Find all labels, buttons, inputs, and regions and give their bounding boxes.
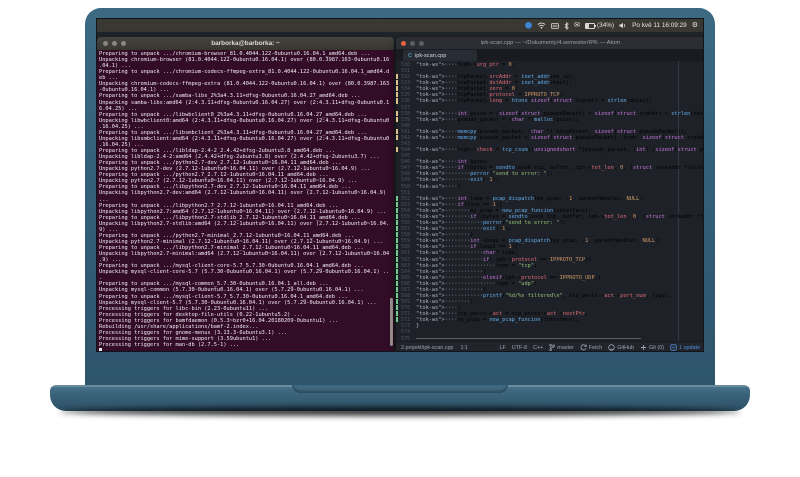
- laptop-mockup: ✉ (34%) Po kvě 11 16:09:29 ⚙ barborka@ba…: [0, 0, 800, 477]
- git-added-marker: [396, 226, 398, 232]
- tab-ipk-scan[interactable]: C ipk-scan.cpp: [403, 50, 477, 61]
- battery-indicator[interactable]: (34%): [585, 22, 614, 29]
- git-modified-marker: [396, 74, 398, 80]
- editor-titlebar[interactable]: ipk-scan.cpp — ~/Dokumenty/4.semester/IP…: [396, 37, 703, 49]
- git-modified-marker: [396, 116, 398, 122]
- git-added-marker: [396, 201, 398, 207]
- git-modified-marker: [396, 80, 398, 86]
- chat-indicator-icon[interactable]: [525, 22, 533, 29]
- git-added-marker: [396, 220, 398, 226]
- git-added-marker: [396, 244, 398, 250]
- git-added-marker: [396, 213, 398, 220]
- clock[interactable]: Po kvě 11 16:09:29: [632, 22, 687, 29]
- status-item-github[interactable]: GitHub: [608, 344, 634, 351]
- wifi-icon[interactable]: [537, 22, 546, 29]
- git-added-marker: [396, 256, 398, 262]
- editor-title: ipk-scan.cpp — ~/Dokumenty/4.semester/IP…: [480, 40, 621, 46]
- git-added-marker: [396, 305, 398, 311]
- editor-window: ipk-scan.cpp — ~/Dokumenty/4.semester/IP…: [396, 37, 703, 351]
- volume-icon[interactable]: [619, 22, 627, 29]
- terminal-cursor: [99, 348, 103, 351]
- git-added-marker: [396, 280, 398, 286]
- editor-statusbar: 2.projekt/ipk-scan.cpp 1:1 LF UTF-8 C++ mas…: [396, 341, 703, 351]
- status-item-lf[interactable]: LF: [500, 345, 506, 351]
- status-cursor-position[interactable]: 1:1: [460, 345, 468, 351]
- git-modified-marker: [396, 147, 398, 153]
- git-added-marker: [396, 274, 398, 280]
- code-editor[interactable]: 530 "tok-ws">···· tcph-> urg_ptr = 0; 531 532…: [396, 61, 703, 341]
- git-added-marker: [396, 195, 398, 201]
- terminal-titlebar[interactable]: barborka@barborka: ~: [97, 37, 394, 50]
- terminal-scrollbar[interactable]: [390, 298, 393, 346]
- status-item-c-[interactable]: C++: [533, 345, 543, 351]
- bluetooth-icon[interactable]: [564, 21, 569, 30]
- git-added-marker: [396, 232, 398, 238]
- git-modified-marker: [396, 134, 398, 141]
- horizontal-scrollbar[interactable]: [416, 338, 641, 339]
- laptop-base-notch: [292, 385, 508, 393]
- keyboard-layout-icon[interactable]: [551, 22, 560, 29]
- desktop: ✉ (34%) Po kvě 11 16:09:29 ⚙ barborka@ba…: [96, 18, 704, 352]
- git-modified-marker: [396, 110, 398, 116]
- terminal-text: Preparing to unpack .../chromium-browser…: [99, 51, 392, 351]
- git-added-marker: [396, 299, 398, 305]
- status-item-git-0-[interactable]: Git (0): [640, 344, 664, 351]
- editor-tabbar: C ipk-scan.cpp: [396, 49, 703, 61]
- session-gear-icon[interactable]: ⚙: [692, 22, 698, 29]
- status-item-utf-8[interactable]: UTF-8: [512, 345, 527, 351]
- battery-icon: [585, 22, 597, 29]
- system-menubar: ✉ (34%) Po kvě 11 16:09:29 ⚙: [97, 19, 703, 32]
- git-added-marker: [396, 238, 398, 244]
- status-item-master[interactable]: master: [549, 344, 574, 351]
- git-added-marker: [396, 311, 398, 317]
- git-added-marker: [396, 317, 398, 323]
- laptop-shadow: [60, 407, 740, 416]
- laptop-screen-bezel: ✉ (34%) Po kvě 11 16:09:29 ⚙ barborka@ba…: [85, 8, 715, 385]
- terminal-output[interactable]: Preparing to unpack .../chromium-browser…: [97, 50, 394, 351]
- terminal-window: barborka@barborka: ~ Preparing to unpack…: [97, 37, 394, 351]
- git-added-marker: [396, 250, 398, 256]
- mail-icon[interactable]: ✉: [574, 22, 580, 29]
- git-modified-marker: [396, 92, 398, 98]
- status-item-1-update[interactable]: 1 update: [670, 344, 700, 351]
- git-added-marker: [396, 286, 398, 292]
- code-lines: 530 "tok-ws">···· tcph-> urg_ptr = 0; 531 532…: [396, 62, 703, 341]
- cpp-file-icon: C: [408, 52, 412, 59]
- terminal-title: barborka@barborka: ~: [211, 40, 280, 47]
- git-modified-marker: [396, 98, 398, 104]
- git-added-marker: [396, 207, 398, 213]
- git-modified-marker: [396, 128, 398, 134]
- status-item-fetch[interactable]: Fetch: [580, 344, 602, 351]
- status-file-path[interactable]: 2.projekt/ipk-scan.cpp: [401, 345, 453, 351]
- git-added-marker: [396, 292, 398, 299]
- battery-percent: (34%): [597, 22, 615, 29]
- git-modified-marker: [396, 86, 398, 92]
- system-tray: ✉ (34%) Po kvě 11 16:09:29 ⚙: [525, 21, 698, 30]
- git-added-marker: [396, 262, 398, 268]
- tab-label: ipk-scan.cpp: [414, 52, 447, 59]
- git-added-marker: [396, 268, 398, 274]
